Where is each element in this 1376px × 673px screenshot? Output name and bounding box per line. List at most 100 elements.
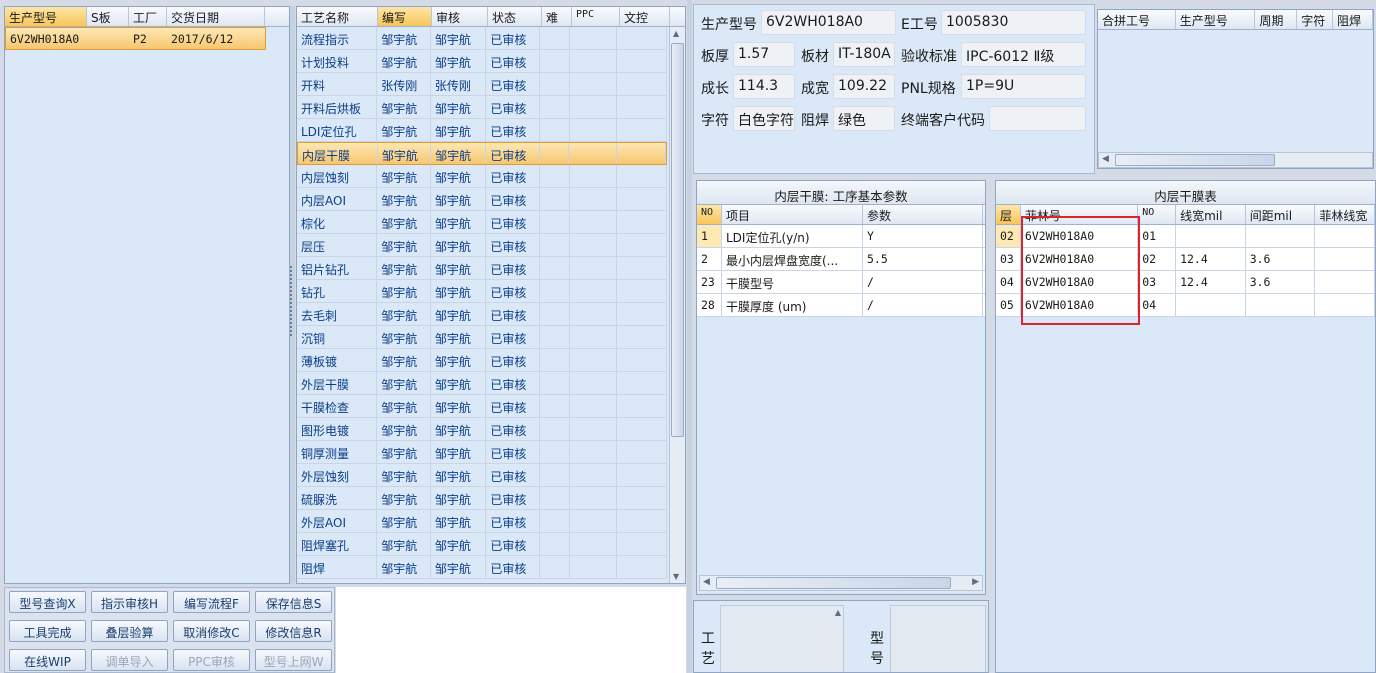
params-hscroll[interactable]: ◀ ▶ <box>699 575 983 591</box>
col-merge-number[interactable]: 合拼工号 <box>1098 10 1176 29</box>
cell-writer: 邹宇航 <box>377 27 431 49</box>
process-row[interactable]: 干膜检查 邹宇航 邹宇航 已审核 <box>297 395 667 418</box>
cancel-edit-button[interactable]: 取消修改C <box>173 620 250 642</box>
mask-field[interactable]: 绿色 <box>833 106 895 131</box>
ppc-review-button[interactable]: PPC审核 <box>173 649 250 671</box>
tool-complete-button[interactable]: 工具完成 <box>9 620 86 642</box>
model-text-area[interactable] <box>890 605 986 672</box>
col-model[interactable]: 生产型号 <box>5 7 87 26</box>
params-hscroll-thumb[interactable] <box>716 577 951 589</box>
customer-code-field[interactable] <box>989 106 1086 131</box>
col-doc-control[interactable]: 文控 <box>620 7 670 26</box>
col-reviewer[interactable]: 审核 <box>432 7 488 26</box>
process-row[interactable]: 流程指示 邹宇航 邹宇航 已审核 <box>297 27 667 50</box>
splitter-left[interactable] <box>290 6 295 584</box>
process-row[interactable]: 阻焊塞孔 邹宇航 邹宇航 已审核 <box>297 533 667 556</box>
process-row[interactable]: 内层干膜 邹宇航 邹宇航 已审核 <box>297 142 667 165</box>
cell-empty <box>617 487 667 509</box>
process-row[interactable]: 钻孔 邹宇航 邹宇航 已审核 <box>297 280 667 303</box>
process-row[interactable]: 外层蚀刻 邹宇航 邹宇航 已审核 <box>297 464 667 487</box>
process-row[interactable]: 硫脲洗 邹宇航 邹宇航 已审核 <box>297 487 667 510</box>
merge-hscroll-thumb[interactable] <box>1115 154 1275 166</box>
process-row[interactable]: 外层干膜 邹宇航 邹宇航 已审核 <box>297 372 667 395</box>
cell-empty <box>617 533 667 555</box>
import-order-button[interactable]: 调单导入 <box>91 649 168 671</box>
col-param-value[interactable]: 参数 <box>863 205 983 224</box>
order-row[interactable]: 6V2WH018A0 P2 2017/6/12 <box>5 27 266 50</box>
col-s-board[interactable]: S板 <box>87 7 129 26</box>
merge-hscroll[interactable]: ◀ <box>1098 152 1373 168</box>
cell-empty <box>540 418 570 440</box>
col-status[interactable]: 状态 <box>488 7 542 26</box>
process-row[interactable]: LDI定位孔 邹宇航 邹宇航 已审核 <box>297 119 667 142</box>
save-info-button[interactable]: 保存信息S <box>255 591 332 613</box>
col-period[interactable]: 周期 <box>1255 10 1298 29</box>
cell-empty <box>570 441 618 463</box>
process-row[interactable]: 开料后烘板 邹宇航 邹宇航 已审核 <box>297 96 667 119</box>
col-mask[interactable]: 阻焊 <box>1333 10 1373 29</box>
col-film-line-width[interactable]: 菲林线宽 <box>1315 205 1375 224</box>
col-writer[interactable]: 编写 <box>378 7 432 26</box>
col-line-width[interactable]: 线宽mil <box>1176 205 1246 224</box>
col-film-no[interactable]: NO <box>1138 205 1177 224</box>
cell-status: 已审核 <box>486 303 540 325</box>
e-number-field[interactable]: 1005830 <box>941 10 1086 35</box>
process-row[interactable]: 开料 张传刚 张传刚 已审核 <box>297 73 667 96</box>
stackup-check-button[interactable]: 叠层验算 <box>91 620 168 642</box>
col-param-no[interactable]: NO <box>697 205 722 224</box>
cell-film-line-width <box>1315 248 1375 270</box>
process-row[interactable]: 铝片钻孔 邹宇航 邹宇航 已审核 <box>297 257 667 280</box>
col-layer[interactable]: 层 <box>996 205 1021 224</box>
col-char[interactable]: 字符 <box>1297 10 1334 29</box>
col-ppc[interactable]: PPC <box>572 7 620 26</box>
modify-info-button[interactable]: 修改信息R <box>255 620 332 642</box>
process-scroll-thumb[interactable] <box>671 43 684 437</box>
thickness-field[interactable]: 1.57 <box>733 42 795 67</box>
col-process-name[interactable]: 工艺名称 <box>297 7 378 26</box>
col-spacing[interactable]: 间距mil <box>1246 205 1316 224</box>
material-field[interactable]: IT-180A <box>833 42 895 67</box>
param-row[interactable]: 1 LDI定位孔(y/n) Y <box>697 225 985 248</box>
model-online-button[interactable]: 型号上网W <box>255 649 332 671</box>
param-row[interactable]: 23 干膜型号 / <box>697 271 985 294</box>
online-wip-button[interactable]: 在线WIP <box>9 649 86 671</box>
cell-empty <box>540 257 570 279</box>
char-field[interactable]: 白色字符 <box>733 106 795 131</box>
process-row[interactable]: 棕化 邹宇航 邹宇航 已审核 <box>297 211 667 234</box>
length-field[interactable]: 114.3 <box>733 74 795 99</box>
col-delivery-date[interactable]: 交货日期 <box>167 7 265 26</box>
width-label: 成宽 <box>801 81 829 97</box>
standard-field[interactable]: IPC-6012 Ⅱ级 <box>961 42 1086 67</box>
param-row[interactable]: 2 最小内层焊盘宽度(... 5.5 <box>697 248 985 271</box>
process-text-area[interactable]: ▲ <box>720 605 844 672</box>
process-row[interactable]: 去毛刺 邹宇航 邹宇航 已审核 <box>297 303 667 326</box>
param-row[interactable]: 28 干膜厚度 (um) / <box>697 294 985 317</box>
cell-process-name: 沉铜 <box>297 326 378 348</box>
approve-instruction-button[interactable]: 指示审核H <box>91 591 168 613</box>
col-merge-model[interactable]: 生产型号 <box>1176 10 1256 29</box>
process-row[interactable]: 内层AOI 邹宇航 邹宇航 已审核 <box>297 188 667 211</box>
cell-empty <box>617 73 667 95</box>
process-row[interactable]: 薄板镀 邹宇航 邹宇航 已审核 <box>297 349 667 372</box>
process-row[interactable]: 外层AOI 邹宇航 邹宇航 已审核 <box>297 510 667 533</box>
model-query-button[interactable]: 型号查询X <box>9 591 86 613</box>
pnl-field[interactable]: 1P=9U <box>961 74 1086 99</box>
cell-process-name: 开料后烘板 <box>297 96 378 118</box>
model-field[interactable]: 6V2WH018A0 <box>761 10 896 35</box>
process-row[interactable]: 内层蚀刻 邹宇航 邹宇航 已审核 <box>297 165 667 188</box>
process-scrollbar[interactable]: ▲ ▼ <box>669 27 685 583</box>
main-splitter[interactable] <box>687 0 692 673</box>
cell-reviewer: 邹宇航 <box>431 27 487 49</box>
process-row[interactable]: 沉铜 邹宇航 邹宇航 已审核 <box>297 326 667 349</box>
col-difficulty[interactable]: 难 <box>542 7 572 26</box>
process-row[interactable]: 层压 邹宇航 邹宇航 已审核 <box>297 234 667 257</box>
process-row[interactable]: 图形电镀 邹宇航 邹宇航 已审核 <box>297 418 667 441</box>
cell-empty <box>617 303 667 325</box>
edit-flow-button[interactable]: 编写流程F <box>173 591 250 613</box>
process-row[interactable]: 铜厚测量 邹宇航 邹宇航 已审核 <box>297 441 667 464</box>
col-factory[interactable]: 工厂 <box>129 7 167 26</box>
process-row[interactable]: 计划投料 邹宇航 邹宇航 已审核 <box>297 50 667 73</box>
process-row[interactable]: 阻焊 邹宇航 邹宇航 已审核 <box>297 556 667 579</box>
col-param-item[interactable]: 项目 <box>722 205 863 224</box>
width-field[interactable]: 109.22 <box>833 74 895 99</box>
